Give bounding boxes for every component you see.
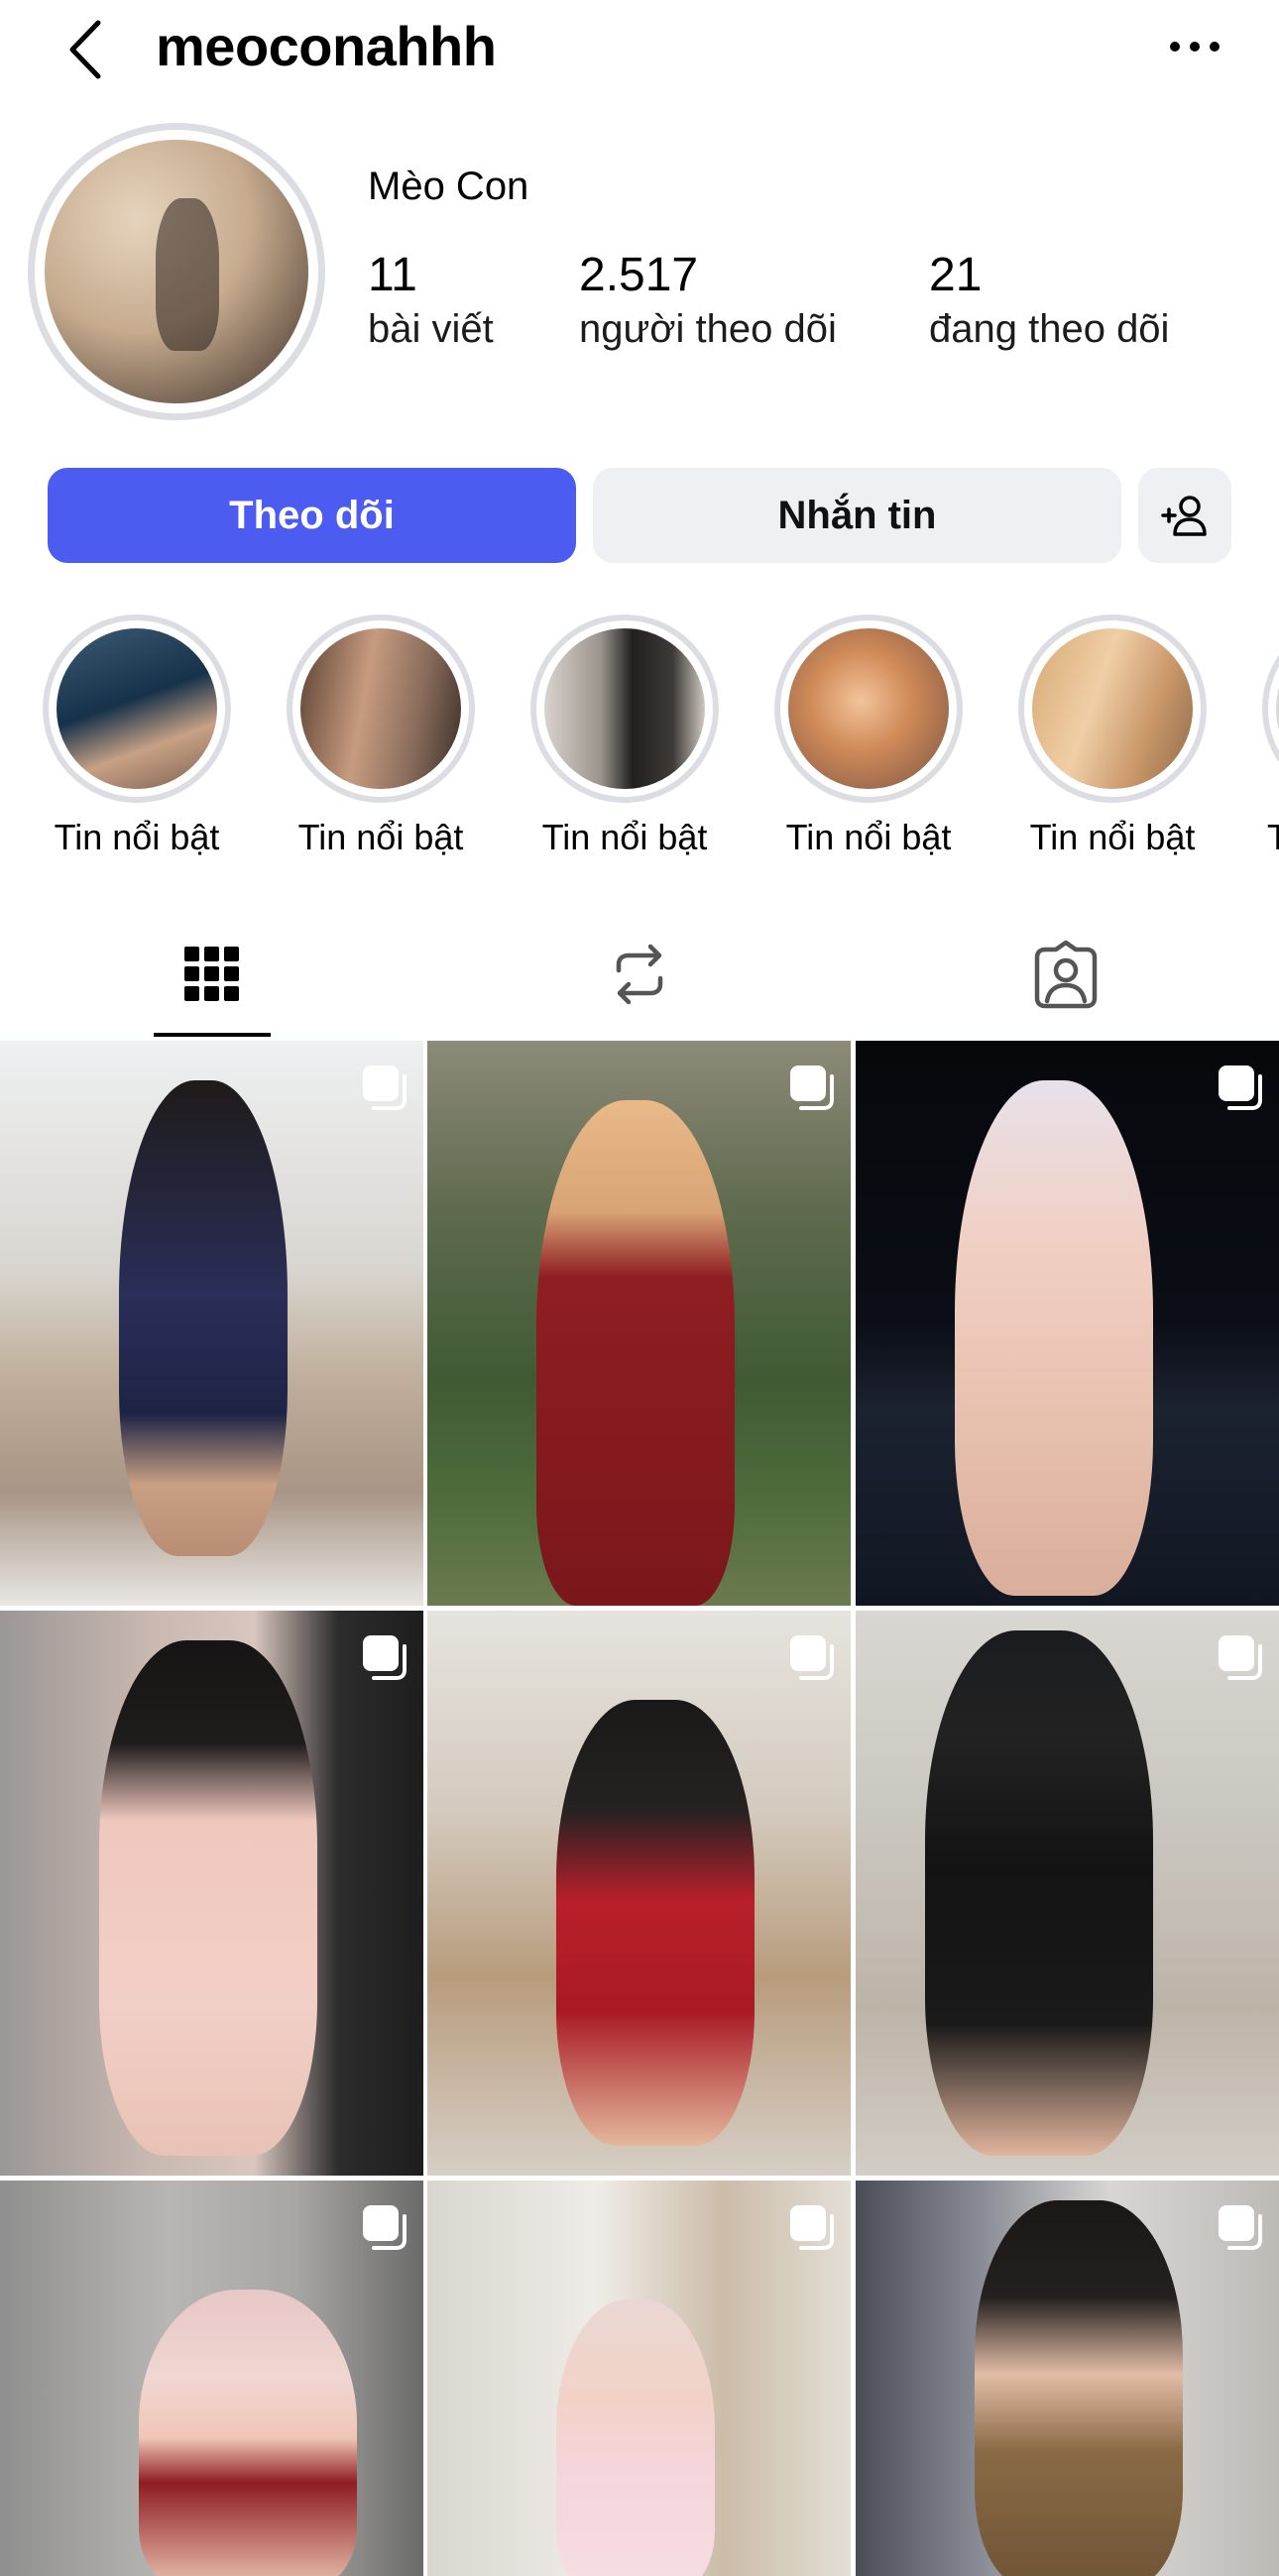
carousel-icon [1219, 1635, 1262, 1680]
highlight-cover [57, 628, 217, 789]
carousel-icon [363, 1065, 407, 1110]
tab-posts-grid[interactable] [154, 912, 271, 1037]
highlight-item[interactable]: Tin nổi bật [282, 615, 480, 858]
posts-grid [0, 1041, 1279, 2576]
stat-posts-count: 11 [368, 249, 417, 301]
chevron-left-icon [69, 20, 101, 79]
carousel-icon [790, 2205, 834, 2250]
post-figure [119, 1080, 288, 1556]
avatar-image [45, 140, 308, 403]
carousel-icon [363, 2205, 407, 2250]
carousel-icon [790, 1065, 834, 1110]
person-add-icon [1161, 496, 1207, 536]
post-figure [955, 1080, 1153, 1596]
post-thumbnail[interactable] [0, 2181, 423, 2576]
stat-followers-count: 2.517 [579, 249, 699, 301]
follow-button[interactable]: Theo dõi [48, 468, 576, 563]
profile-tabs [0, 912, 1279, 1041]
highlight-label: Tin nổi bật [1029, 817, 1196, 857]
carousel-icon [1219, 2205, 1262, 2250]
profile-username: meoconahhh [156, 15, 497, 77]
stat-posts-label: bài viết [368, 307, 494, 351]
more-options-button[interactable] [1160, 22, 1229, 71]
post-thumbnail[interactable] [856, 1041, 1279, 1606]
highlight-cover [300, 628, 461, 789]
carousel-icon [363, 1635, 407, 1680]
post-figure [556, 2299, 715, 2576]
post-figure [556, 1700, 755, 2146]
tab-tagged[interactable] [1006, 912, 1125, 1037]
highlight-cover [788, 628, 949, 789]
highlight-label: Tin nổi bật [54, 817, 220, 857]
highlight-label: Tin nổi bật [785, 817, 952, 857]
carousel-icon [1219, 1065, 1262, 1110]
display-name: Mèo Con [368, 165, 529, 208]
story-highlights: Tin nổi bật Tin nổi bật Tin nổi bật Tin … [0, 615, 1279, 862]
post-thumbnail[interactable] [856, 2181, 1279, 2576]
highlight-label: T [1267, 817, 1279, 857]
post-figure [975, 2200, 1183, 2576]
post-thumbnail[interactable] [0, 1041, 423, 1606]
message-button[interactable]: Nhắn tin [593, 468, 1121, 563]
post-figure [925, 1630, 1153, 2156]
highlight-item[interactable]: Tin nổi bật [525, 615, 724, 858]
active-tab-indicator [154, 1033, 271, 1037]
profile-avatar[interactable] [28, 123, 325, 420]
highlight-cover [544, 628, 705, 789]
highlight-item[interactable]: Tin nổi bật [769, 615, 968, 858]
post-thumbnail[interactable] [856, 1611, 1279, 2176]
highlight-item[interactable]: T [1257, 615, 1279, 858]
tagged-icon [1034, 940, 1098, 1009]
grid-icon [184, 947, 239, 1001]
stat-followers-label: người theo dõi [579, 307, 837, 351]
suggest-users-button[interactable] [1138, 468, 1231, 563]
post-figure [139, 2290, 357, 2576]
post-thumbnail[interactable] [0, 1611, 423, 2176]
post-thumbnail[interactable] [427, 1611, 851, 2176]
post-figure [536, 1100, 735, 1606]
profile-header: meoconahhh [0, 0, 1279, 99]
stat-followers[interactable]: 2.517 người theo dõi [579, 248, 837, 355]
stat-following-label: đang theo dõi [929, 307, 1170, 351]
stat-posts[interactable]: 11 bài viết [368, 248, 494, 355]
carousel-icon [790, 1635, 834, 1680]
highlight-cover [1032, 628, 1193, 789]
reposts-icon [616, 944, 663, 1005]
post-thumbnail[interactable] [427, 1041, 851, 1606]
post-figure [99, 1640, 317, 2156]
highlight-item[interactable]: Tin nổi bật [1013, 615, 1212, 858]
ellipsis-icon [1170, 42, 1220, 52]
highlight-label: Tin nổi bật [541, 817, 708, 857]
highlight-label: Tin nổi bật [297, 817, 464, 857]
highlight-item[interactable]: Tin nổi bật [38, 615, 236, 858]
stat-following-count: 21 [929, 249, 983, 301]
back-button[interactable] [55, 10, 114, 89]
tab-reposts[interactable] [580, 912, 699, 1037]
stat-following[interactable]: 21 đang theo dõi [929, 248, 1169, 355]
post-thumbnail[interactable] [427, 2181, 851, 2576]
